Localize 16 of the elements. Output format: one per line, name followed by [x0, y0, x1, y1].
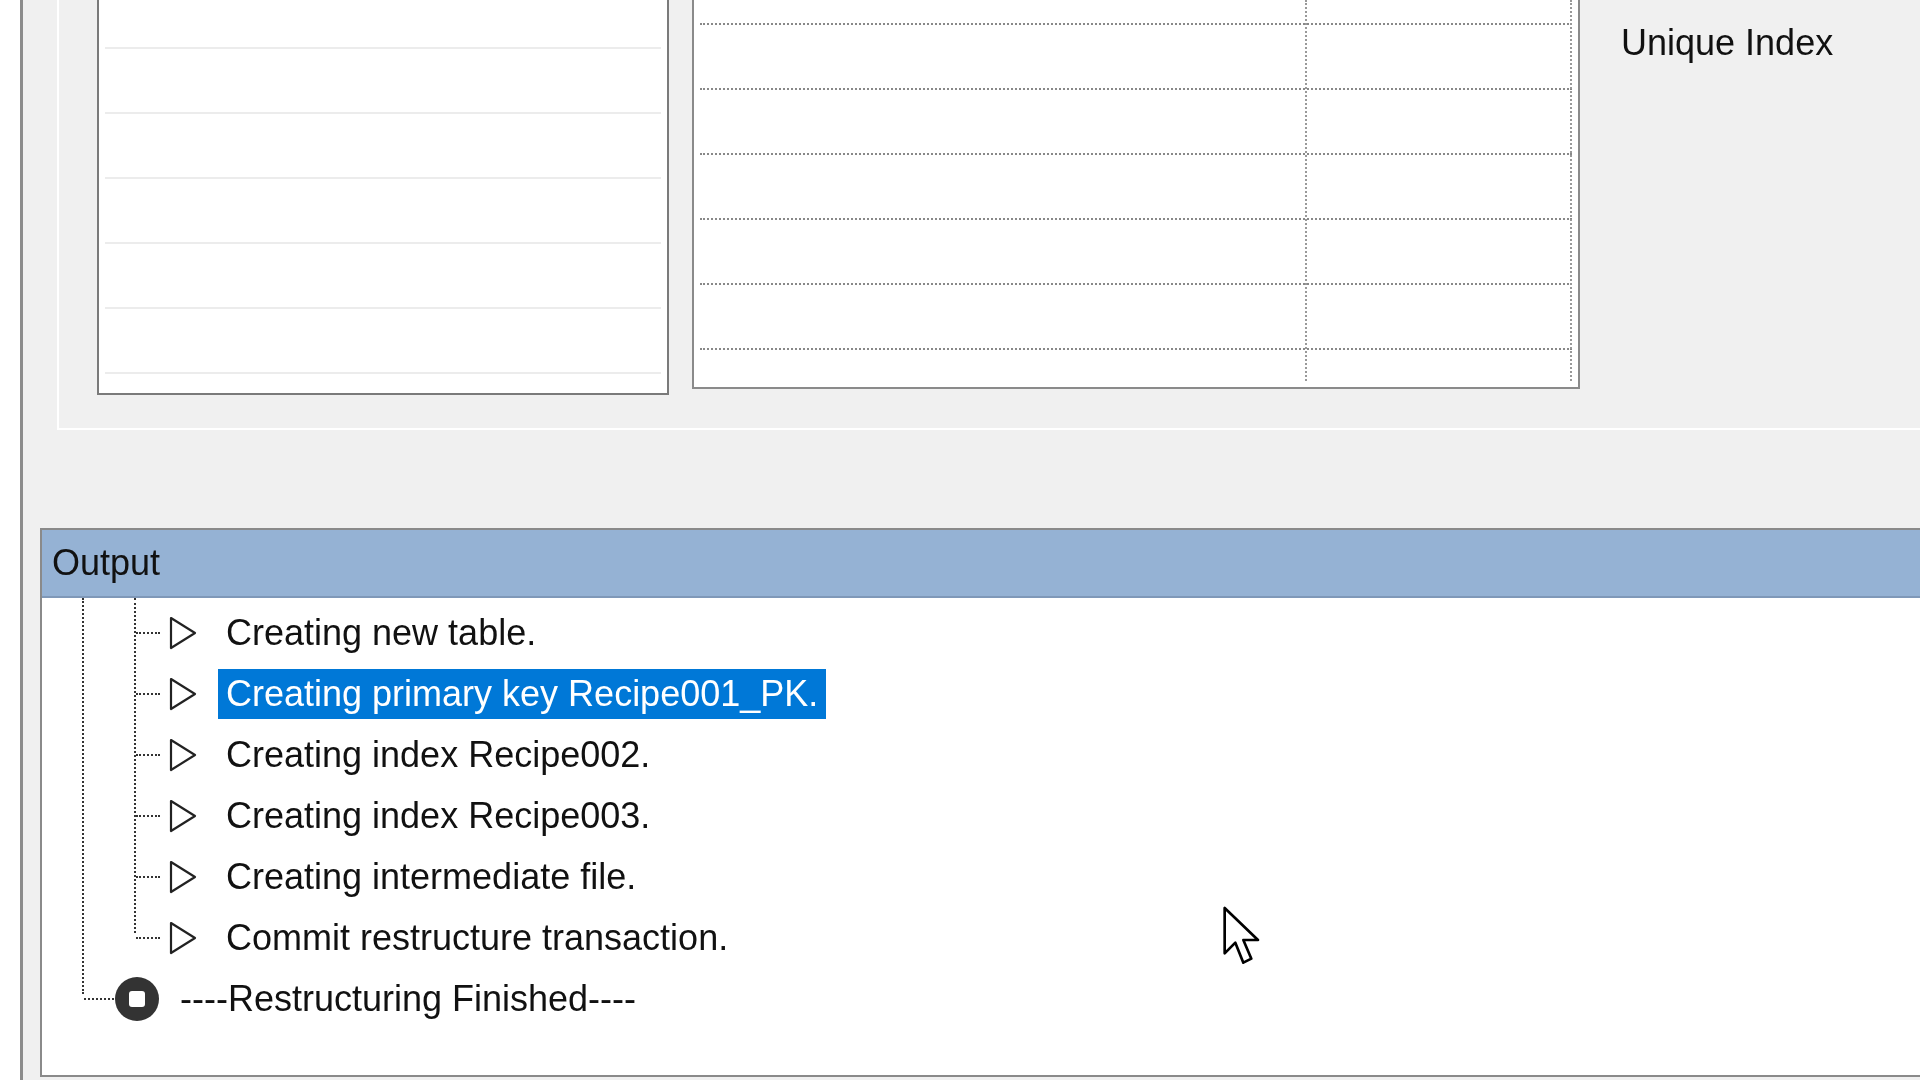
triangle-icon: [168, 858, 198, 895]
triangle-icon: [168, 736, 198, 773]
output-item[interactable]: ----Restructuring Finished----: [176, 973, 641, 1024]
output-item[interactable]: Creating index Recipe002.: [218, 729, 659, 780]
cursor-icon: [1222, 905, 1262, 967]
output-item[interactable]: Creating new table.: [218, 607, 545, 658]
triangle-icon: [168, 614, 198, 651]
output-item[interactable]: Commit restructure transaction.: [218, 912, 737, 963]
triangle-icon: [168, 675, 198, 712]
triangle-icon: [168, 797, 198, 834]
output-title: Output: [52, 542, 161, 584]
unique-index-label: Unique Index: [1621, 22, 1834, 64]
triangle-icon: [168, 919, 198, 956]
output-item[interactable]: Creating intermediate file.: [218, 851, 645, 902]
output-item[interactable]: Creating index Recipe003.: [218, 790, 659, 841]
output-item[interactable]: Creating primary key Recipe001_PK.: [218, 668, 827, 719]
